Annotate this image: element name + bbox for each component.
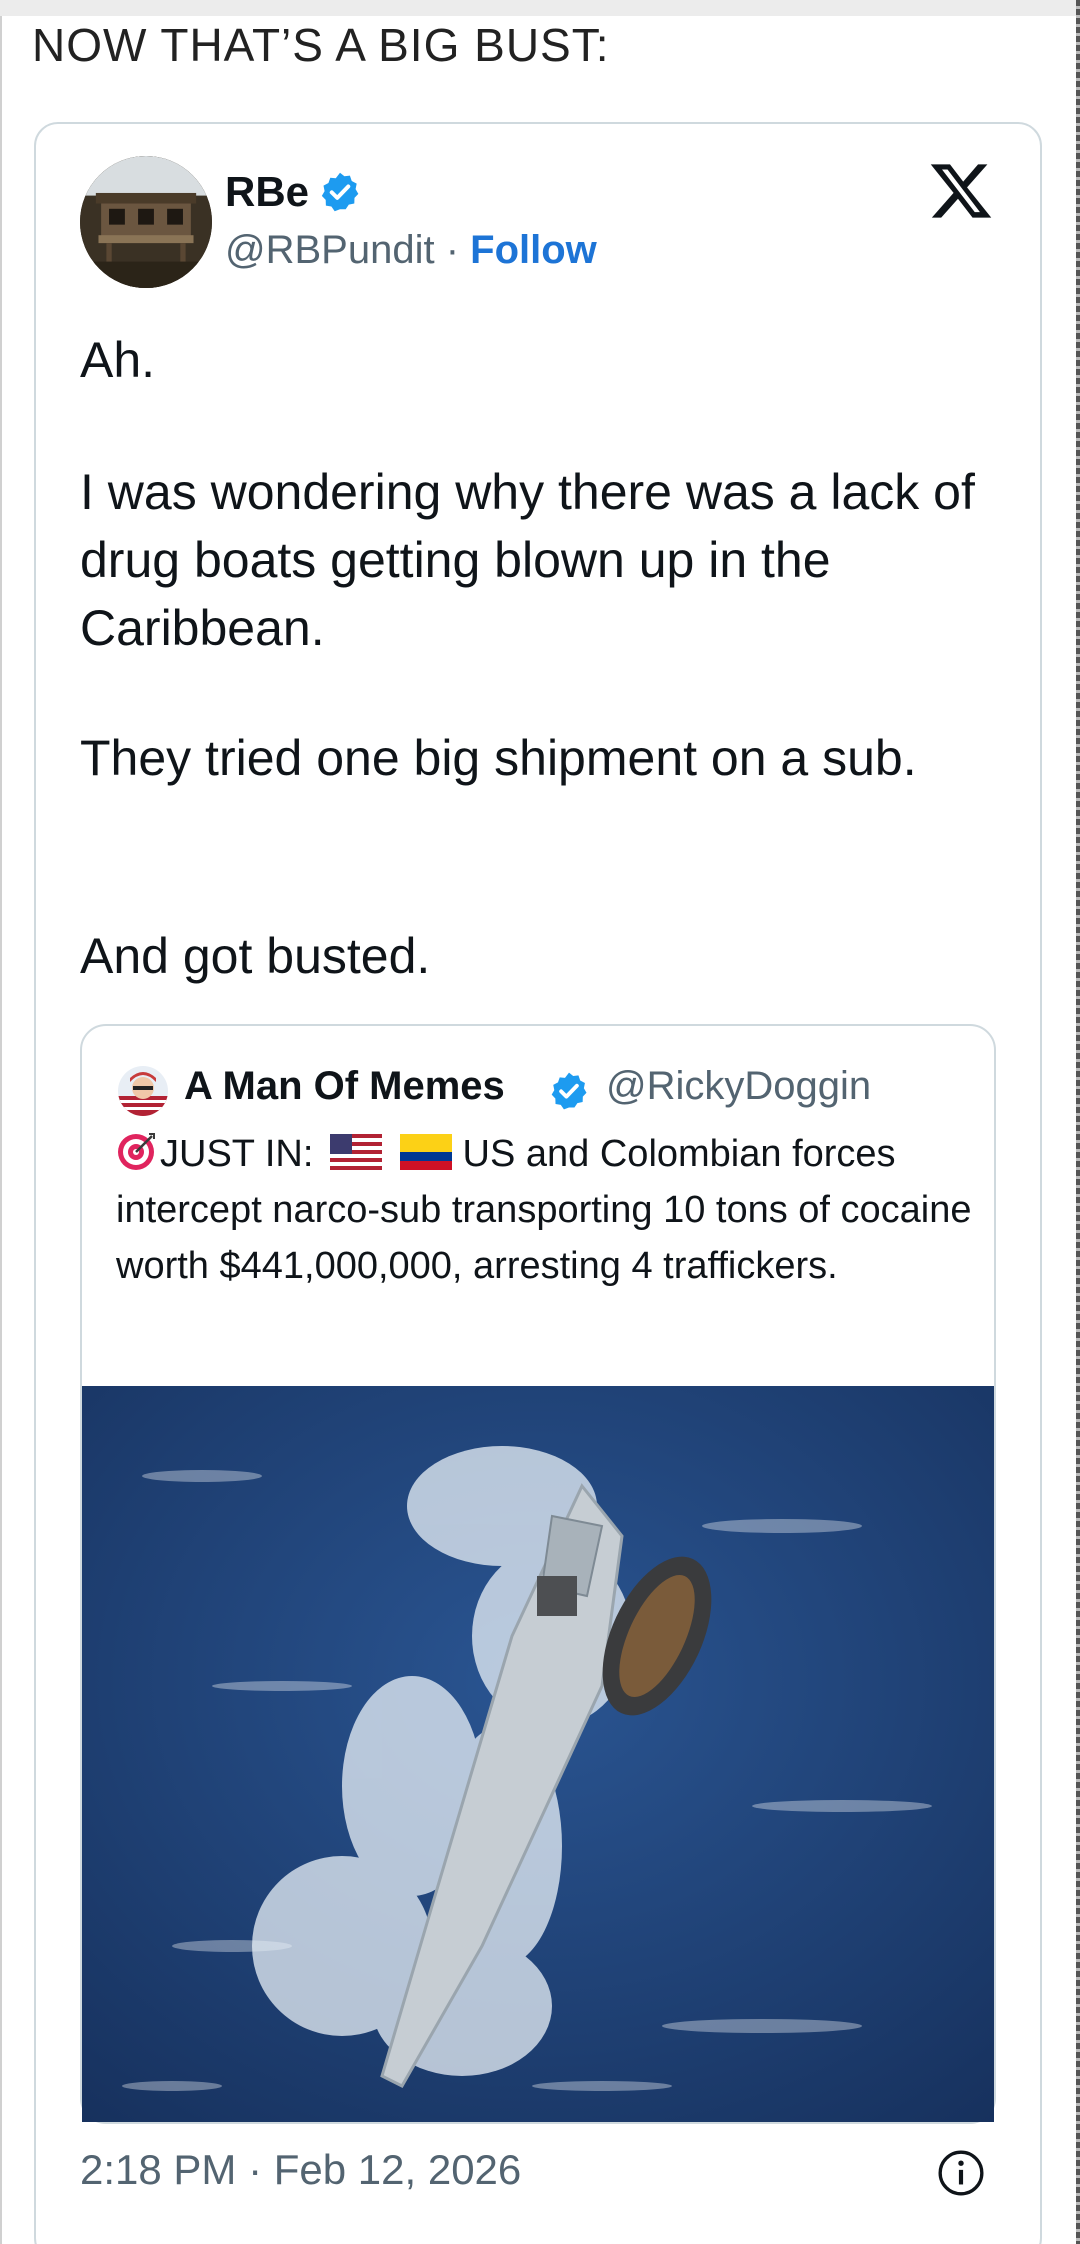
author-avatar[interactable] xyxy=(80,156,212,288)
quoted-tweet-text: JUST IN: US and Colombian forces interce… xyxy=(116,1126,996,1294)
author-handle-row: @RBPundit · Follow xyxy=(225,228,597,273)
handle-separator: · xyxy=(434,228,471,272)
quoted-avatar-image xyxy=(118,1066,168,1116)
tweet-paragraph: Ah. xyxy=(80,332,156,388)
colombia-flag-icon xyxy=(400,1134,452,1170)
quoted-author-handle[interactable]: @RickyDoggin xyxy=(606,1064,871,1109)
tweet-paragraph: They tried one big shipment on a sub. xyxy=(80,730,917,786)
author-handle[interactable]: @RBPundit xyxy=(225,228,435,272)
top-strip xyxy=(0,0,1080,16)
quoted-tweet-lead: JUST IN: xyxy=(160,1133,314,1175)
frame-edge-right xyxy=(1076,0,1080,2244)
x-logo-icon[interactable] xyxy=(928,158,994,224)
follow-button[interactable]: Follow xyxy=(470,228,597,272)
tweet-timestamp[interactable]: 2:18 PM · Feb 12, 2026 xyxy=(80,2146,521,2194)
author-display-name[interactable]: RBe xyxy=(225,168,309,216)
tweet-paragraph: And got busted. xyxy=(80,928,431,984)
page-headline: NOW THAT’S A BIG BUST: xyxy=(32,19,610,71)
narco-sub-image xyxy=(82,1386,994,2122)
avatar-image xyxy=(80,156,212,288)
us-flag-icon xyxy=(330,1134,382,1170)
info-icon[interactable] xyxy=(936,2148,986,2198)
verified-badge-icon xyxy=(321,172,359,212)
quoted-author-display-name[interactable]: A Man Of Memes xyxy=(184,1064,505,1109)
narco-sub-photo[interactable] xyxy=(82,1386,994,2122)
frame-edge xyxy=(0,16,2,2244)
target-icon xyxy=(118,1133,155,1170)
quoted-verified-badge-icon xyxy=(551,1072,587,1110)
quoted-author-avatar[interactable] xyxy=(118,1066,168,1116)
tweet-paragraph: I was wondering why there was a lack of … xyxy=(80,464,975,656)
